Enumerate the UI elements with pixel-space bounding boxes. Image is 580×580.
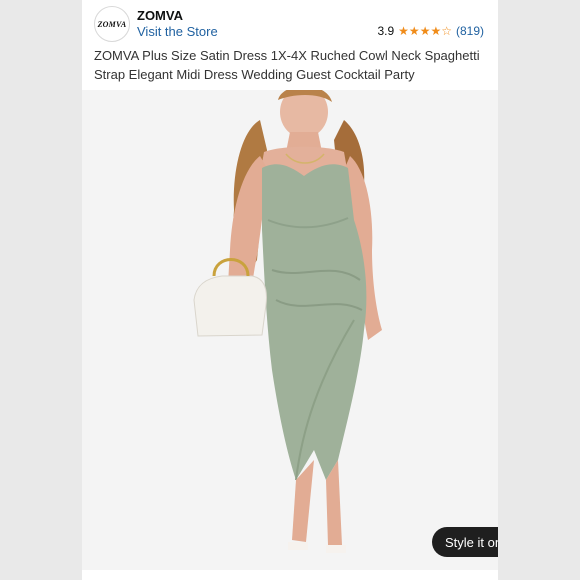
brand-logo[interactable]: ZOMVA	[94, 6, 130, 42]
visit-store-link[interactable]: Visit the Store	[137, 24, 218, 39]
rating-value: 3.9	[377, 24, 395, 38]
brand-name: ZOMVA	[137, 8, 183, 23]
star-full-icon: ★	[419, 24, 431, 38]
star-full-icon: ★	[398, 24, 409, 38]
brand-logo-text: ZOMVA	[97, 19, 127, 29]
white-clutch-bag	[193, 275, 267, 337]
style-it-on-you-button[interactable]: Style it on you ✦	[432, 527, 498, 557]
product-image[interactable]	[82, 90, 498, 570]
star-full-icon: ★	[430, 24, 442, 38]
star-full-icon: ★	[408, 24, 420, 38]
rating-count-link[interactable]: (819)	[456, 24, 484, 38]
right-margin	[498, 0, 580, 580]
product-header: ZOMVA ZOMVA Visit the Store 3.9 ★ ★ ★ ★ …	[82, 0, 498, 90]
model-wearing-dress-illustration	[82, 90, 498, 570]
star-rating-icons: ★ ★ ★ ★ ☆	[398, 25, 452, 37]
style-button-label: Style it on you	[445, 534, 498, 550]
product-title: ZOMVA Plus Size Satin Dress 1X-4X Ruched…	[94, 48, 480, 82]
left-margin	[0, 0, 82, 580]
product-card: ZOMVA ZOMVA Visit the Store 3.9 ★ ★ ★ ★ …	[82, 0, 498, 580]
rating[interactable]: 3.9 ★ ★ ★ ★ ☆ (819)	[377, 24, 484, 38]
star-empty-icon: ☆	[441, 24, 452, 38]
